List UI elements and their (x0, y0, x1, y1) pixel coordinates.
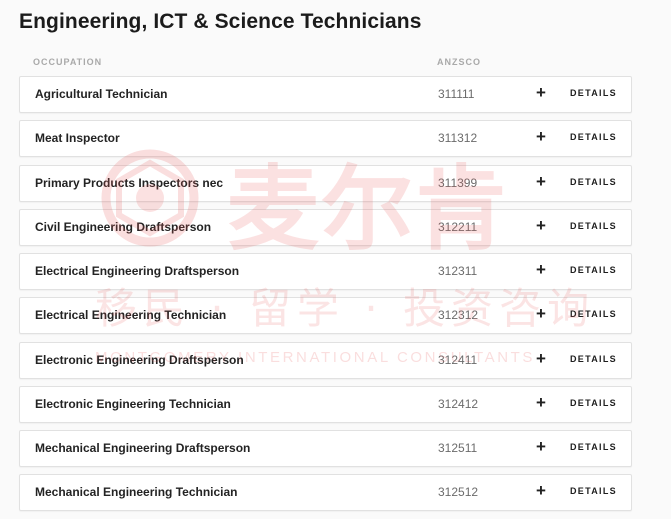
details-button[interactable]: DETAILS (570, 177, 617, 187)
anzsco-code: 312411 (438, 352, 478, 367)
expand-plus-icon[interactable]: + (536, 437, 546, 457)
anzsco-code: 311312 (438, 131, 478, 146)
details-button[interactable]: DETAILS (570, 221, 617, 231)
expand-plus-icon[interactable]: + (536, 127, 546, 147)
occupation-name: Meat Inspector (35, 131, 120, 146)
details-button[interactable]: DETAILS (570, 354, 617, 364)
occupation-name: Primary Products Inspectors nec (35, 175, 224, 190)
occupation-name: Electrical Engineering Draftsperson (35, 264, 240, 278)
details-button[interactable]: DETAILS (570, 442, 617, 452)
anzsco-code: 312511 (438, 441, 478, 455)
occupation-row[interactable]: Electrical Engineering Technician 312312… (19, 297, 632, 335)
expand-plus-icon[interactable]: + (536, 216, 546, 236)
occupation-row[interactable]: Meat Inspector 311312 + DETAILS (19, 120, 632, 158)
expand-plus-icon[interactable]: + (536, 304, 546, 324)
occupation-row[interactable]: Agricultural Technician 311111 + DETAILS (19, 76, 632, 113)
occupation-row[interactable]: Electrical Engineering Draftsperson 3123… (19, 253, 632, 290)
details-button[interactable]: DETAILS (570, 398, 617, 408)
page-title: Engineering, ICT & Science Technicians (19, 10, 422, 33)
expand-plus-icon[interactable]: + (536, 260, 546, 280)
details-button[interactable]: DETAILS (570, 265, 617, 275)
expand-plus-icon[interactable]: + (536, 172, 546, 192)
anzsco-code: 311399 (438, 175, 478, 190)
anzsco-code: 312211 (438, 219, 478, 234)
occupation-row[interactable]: Primary Products Inspectors nec 311399 +… (19, 164, 632, 202)
anzsco-code: 312311 (438, 264, 478, 278)
details-button[interactable]: DETAILS (570, 309, 617, 319)
occupation-name: Agricultural Technician (35, 87, 168, 101)
occupation-row[interactable]: Electronic Engineering Technician 312412… (19, 385, 632, 423)
anzsco-code: 312312 (438, 308, 479, 323)
occupation-name: Electronic Engineering Draftsperson (35, 352, 244, 367)
anzsco-code: 312412 (438, 396, 479, 411)
occupation-name: Electronic Engineering Technician (35, 396, 231, 411)
occupation-name: Mechanical Engineering Technician (35, 485, 238, 500)
expand-plus-icon[interactable]: + (536, 393, 546, 413)
details-button[interactable]: DETAILS (570, 88, 617, 98)
anzsco-code: 311111 (438, 87, 475, 101)
details-button[interactable]: DETAILS (570, 132, 617, 142)
occupation-row[interactable]: Mechanical Engineering Technician 312512… (19, 474, 632, 512)
occupation-name: Mechanical Engineering Draftsperson (35, 441, 251, 455)
column-header-occupation: OCCUPATION (33, 57, 103, 67)
occupation-list: Agricultural Technician 311111 + DETAILS… (19, 76, 632, 519)
occupation-row[interactable]: Electronic Engineering Draftsperson 3124… (19, 341, 632, 379)
anzsco-code: 312512 (438, 485, 479, 500)
column-header-anzsco: ANZSCO (437, 57, 481, 67)
expand-plus-icon[interactable]: + (536, 349, 546, 369)
occupation-name: Electrical Engineering Technician (35, 308, 227, 323)
details-button[interactable]: DETAILS (570, 486, 617, 496)
occupation-row[interactable]: Mechanical Engineering Draftsperson 3125… (19, 430, 632, 467)
expand-plus-icon[interactable]: + (536, 481, 546, 501)
occupation-row[interactable]: Civil Engineering Draftsperson 312211 + … (19, 208, 632, 246)
expand-plus-icon[interactable]: + (536, 83, 546, 103)
occupation-name: Civil Engineering Draftsperson (35, 219, 212, 234)
